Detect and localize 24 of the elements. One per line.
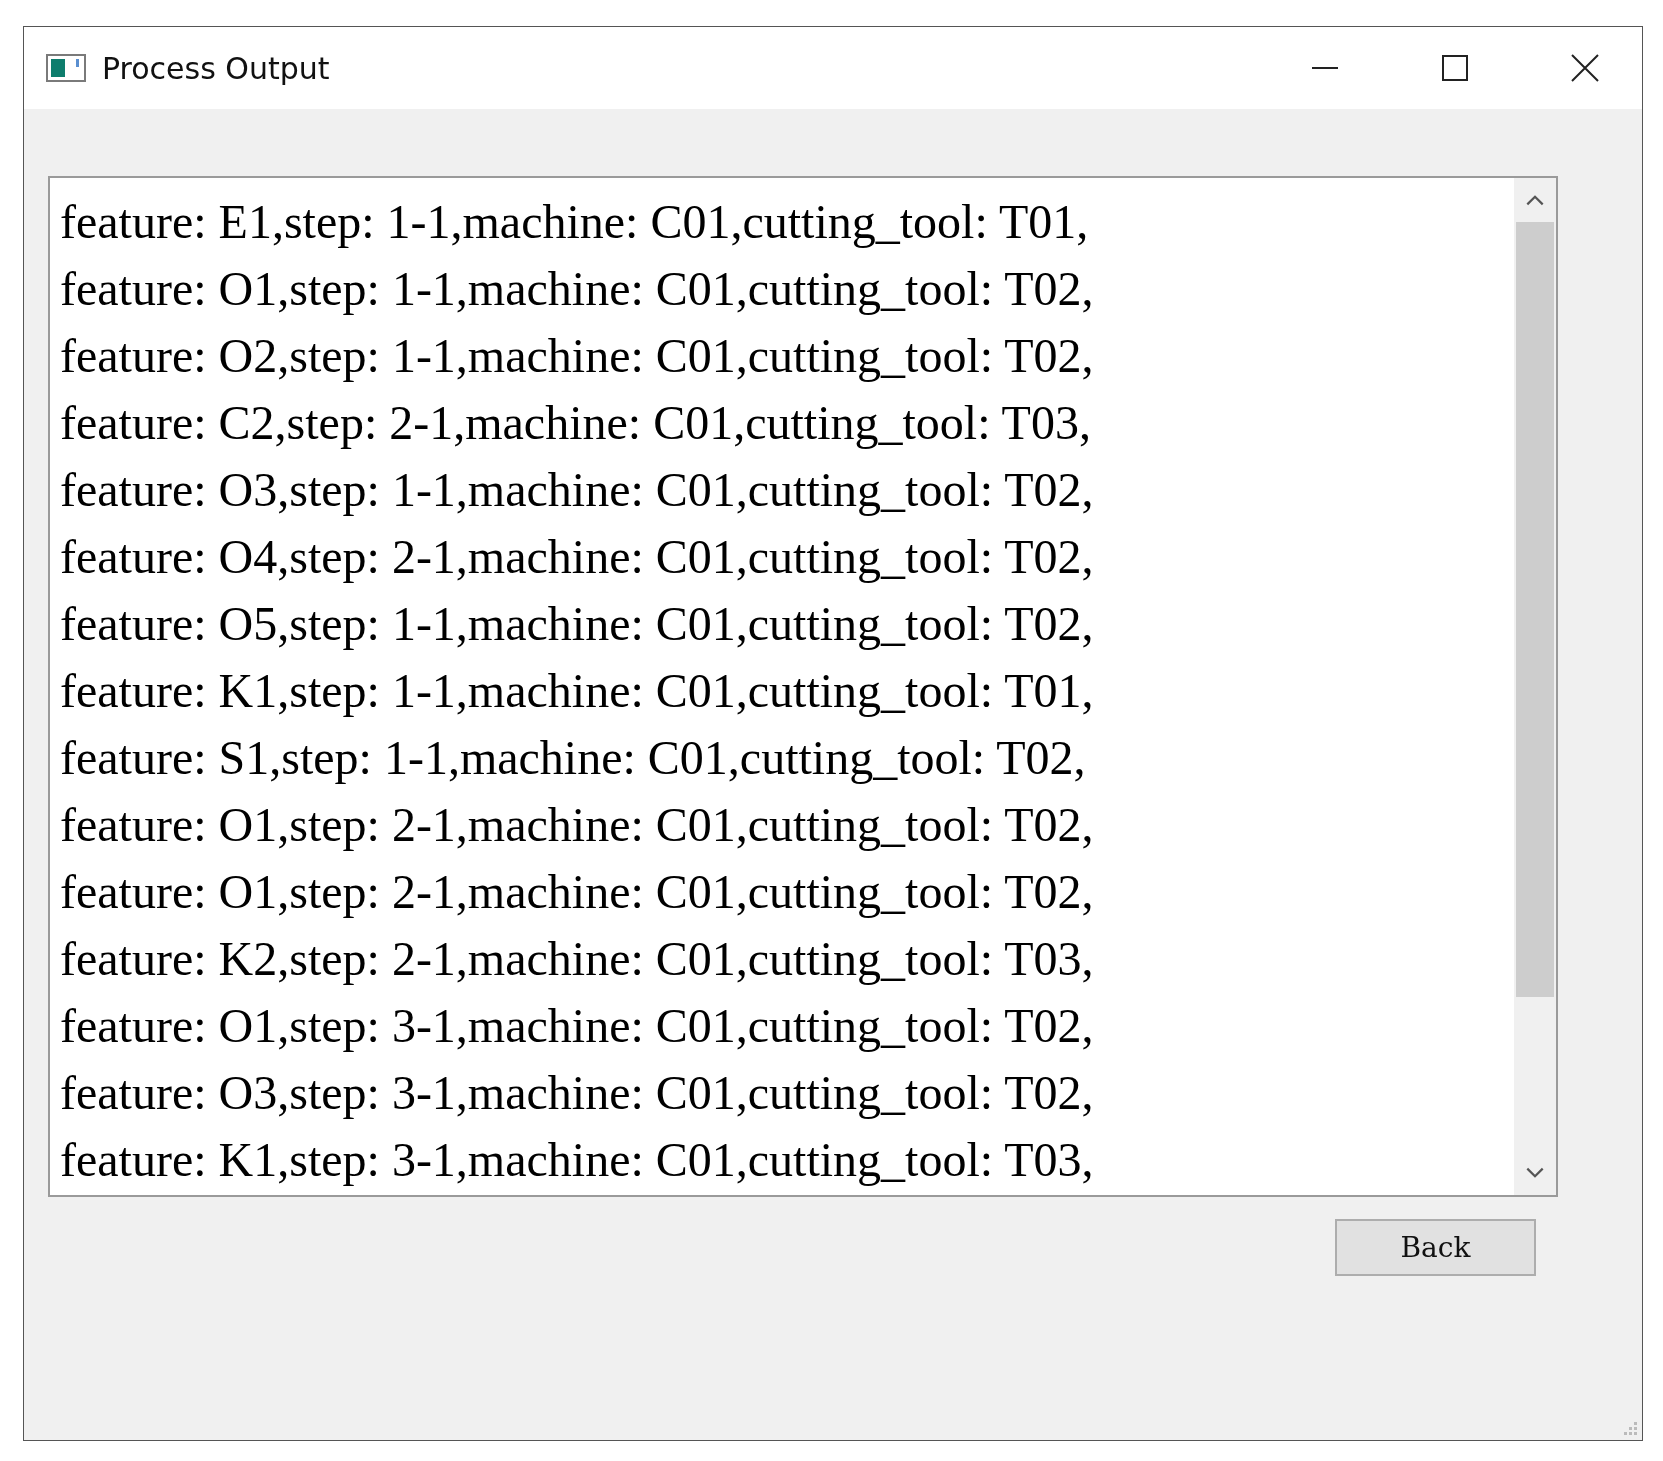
output-line: feature: O1,step: 2-1,machine: C01,cutting_tool: T02, [60, 797, 1095, 853]
back-button[interactable]: Back [1335, 1219, 1536, 1276]
output-line: feature: E1,step: 1-1,machine: C01,cutting_tool: T01, [60, 194, 1090, 250]
window-app-icon [46, 54, 86, 82]
output-line: feature: O3,step: 1-1,machine: C01,cutting_tool: T02, [60, 462, 1095, 518]
maximize-icon[interactable] [1440, 53, 1470, 83]
output-line: feature: O4,step: 2-1,machine: C01,cutting_tool: T02, [60, 529, 1095, 585]
window-title: Process Output [102, 50, 330, 86]
output-line: feature: S1,step: 1-1,machine: C01,cutting_tool: T02, [60, 730, 1087, 786]
output-line: feature: O1,step: 3-1,machine: C01,cutting_tool: T02, [60, 998, 1095, 1054]
output-line: feature: K1,step: 1-1,machine: C01,cutting_tool: T01, [60, 663, 1095, 719]
scrollbar-thumb[interactable] [1516, 222, 1554, 997]
output-line: feature: O1,step: 2-1,machine: C01,cutting_tool: T02, [60, 864, 1095, 920]
output-text-area[interactable] [48, 176, 1558, 1197]
output-line: feature: O1,step: 1-1,machine: C01,cutting_tool: T02, [60, 261, 1095, 317]
output-line: feature: K1,step: 3-1,machine: C01,cutting_tool: T03, [60, 1132, 1095, 1188]
output-line: feature: O3,step: 3-1,machine: C01,cutting_tool: T02, [60, 1065, 1095, 1121]
output-line: feature: K2,step: 2-1,machine: C01,cutting_tool: T03, [60, 931, 1095, 987]
output-line: feature: O5,step: 1-1,machine: C01,cutting_tool: T02, [60, 596, 1095, 652]
close-icon[interactable] [1570, 53, 1600, 83]
resize-grip-icon[interactable] [1624, 1422, 1638, 1436]
output-line: feature: O2,step: 1-1,machine: C01,cutting_tool: T02, [60, 328, 1095, 384]
vertical-scrollbar[interactable] [1514, 178, 1556, 1195]
output-line: feature: C2,step: 2-1,machine: C01,cutting_tool: T03, [60, 395, 1092, 451]
